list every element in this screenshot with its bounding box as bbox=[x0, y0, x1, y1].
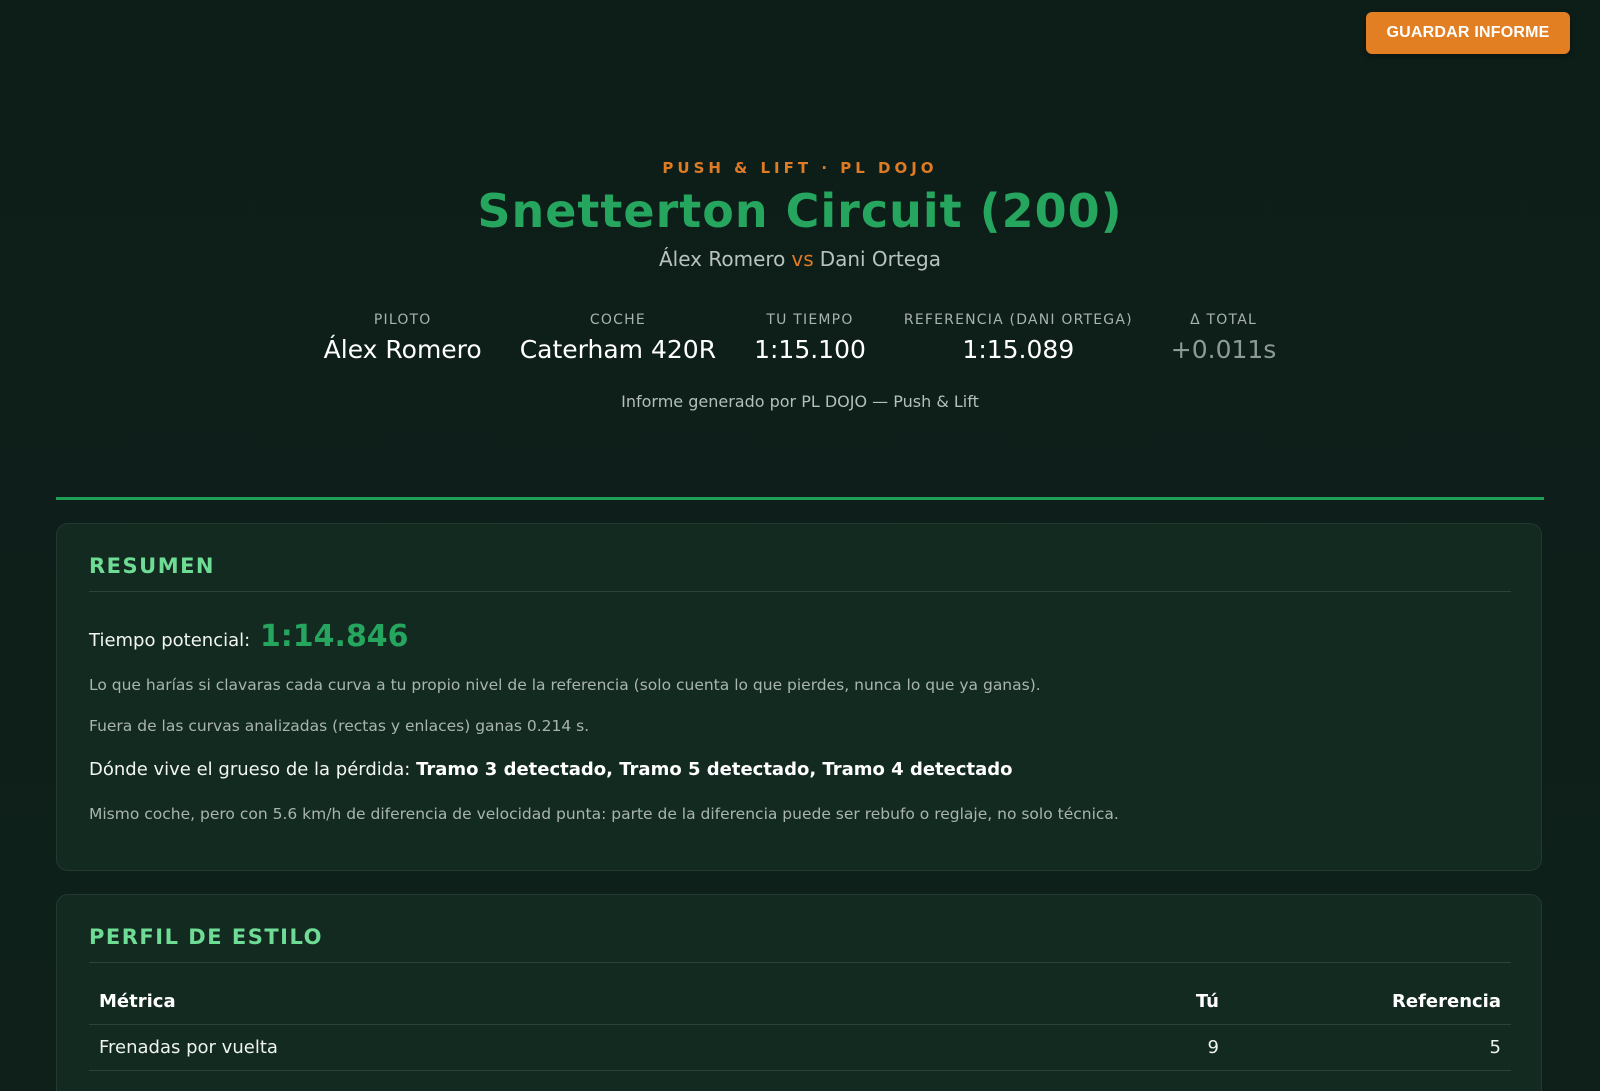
driver-name: Álex Romero bbox=[658, 247, 786, 271]
metric-ref-value: 5 bbox=[1229, 1024, 1511, 1071]
section-divider bbox=[56, 497, 1544, 500]
column-header-tu: Tú bbox=[1029, 979, 1229, 1025]
column-header-metrica: Métrica bbox=[89, 979, 1029, 1025]
metric-name: Frenadas por vuelta bbox=[89, 1024, 1029, 1071]
stat-value: Caterham 420R bbox=[519, 335, 717, 364]
stat-value: +0.011s bbox=[1170, 335, 1277, 364]
column-header-referencia: Referencia bbox=[1229, 979, 1511, 1025]
card-rule bbox=[89, 591, 1511, 592]
straights-gain-note: Fuera de las curvas analizadas (rectas y… bbox=[89, 717, 590, 735]
stat-piloto: PILOTO Álex Romero bbox=[324, 310, 482, 368]
report-page: GUARDAR INFORME PUSH & LIFT · PL DOJO Sn… bbox=[0, 0, 1600, 1091]
generated-note: Informe generado por PL DOJO — Push & Li… bbox=[621, 392, 979, 411]
potential-label: Tiempo potencial: bbox=[89, 630, 251, 651]
stat-value: 1:15.089 bbox=[962, 335, 1075, 364]
stat-delta-total: Δ TOTAL +0.011s bbox=[1171, 310, 1277, 368]
table-header-row: Métrica Tú Referencia bbox=[89, 979, 1511, 1025]
stat-label: TU TIEMPO bbox=[766, 312, 854, 328]
stat-value: Álex Romero bbox=[323, 335, 482, 364]
matchup-subtitle: Álex Romero vs Dani Ortega bbox=[0, 244, 1600, 274]
style-metrics-table: Métrica Tú Referencia Frenadas por vuelt… bbox=[89, 979, 1511, 1071]
table-row: Frenadas por vuelta 9 5 bbox=[89, 1024, 1511, 1071]
stats-row: PILOTO Álex Romero COCHE Caterham 420R T… bbox=[0, 310, 1600, 368]
card-title: PERFIL DE ESTILO bbox=[89, 925, 323, 949]
potential-value: 1:14.846 bbox=[259, 619, 409, 654]
stat-label: Δ TOTAL bbox=[1190, 312, 1257, 328]
stat-label: REFERENCIA (DANI ORTEGA) bbox=[903, 312, 1133, 328]
stat-label: PILOTO bbox=[373, 312, 432, 328]
metric-tu-value: 9 bbox=[1029, 1024, 1229, 1071]
stat-value: 1:15.100 bbox=[754, 335, 866, 364]
resumen-card: RESUMEN Tiempo potencial: 1:14.846 Lo qu… bbox=[56, 523, 1542, 871]
stat-label: COCHE bbox=[589, 312, 646, 328]
save-report-button[interactable]: GUARDAR INFORME bbox=[1366, 12, 1570, 54]
potential-explanation: Lo que harías si clavaras cada curva a t… bbox=[89, 676, 1041, 694]
perfil-card: PERFIL DE ESTILO Métrica Tú Referencia F… bbox=[56, 894, 1542, 1091]
report-header: PUSH & LIFT · PL DOJO Snetterton Circuit… bbox=[0, 156, 1600, 274]
card-rule bbox=[89, 962, 1511, 963]
loss-location: Dónde vive el grueso de la pérdida: Tram… bbox=[89, 757, 1013, 783]
stat-tu-tiempo: TU TIEMPO 1:15.100 bbox=[754, 310, 866, 368]
loss-label: Dónde vive el grueso de la pérdida: bbox=[89, 759, 411, 780]
page-title: Snetterton Circuit (200) bbox=[477, 184, 1123, 238]
loss-value: Tramo 3 detectado, Tramo 5 detectado, Tr… bbox=[416, 759, 1013, 780]
stat-coche: COCHE Caterham 420R bbox=[520, 310, 716, 368]
card-title: RESUMEN bbox=[89, 554, 216, 578]
top-speed-note: Mismo coche, pero con 5.6 km/h de difere… bbox=[89, 805, 1119, 823]
stat-referencia: REFERENCIA (DANI ORTEGA) 1:15.089 bbox=[904, 310, 1133, 368]
vs-label: vs bbox=[791, 247, 814, 271]
brand-eyebrow: PUSH & LIFT · PL DOJO bbox=[662, 159, 938, 177]
reference-driver-name: Dani Ortega bbox=[819, 247, 941, 271]
potential-time: Tiempo potencial: 1:14.846 bbox=[89, 617, 409, 661]
